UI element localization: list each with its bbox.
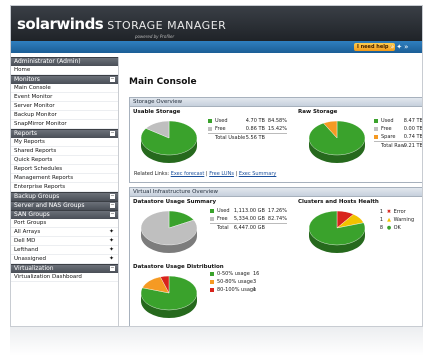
exec-summary-link[interactable]: Exec Summary [239,171,277,177]
sidebar-item-enterprise-reports[interactable]: Enterprise Reports [11,183,118,192]
legend-row-used: Used 1,113.00 GB 17.26% [210,207,287,215]
datastore-usage-legend: Used 1,113.00 GB 17.26% Free 5,334.00 GB 82.… [210,207,287,232]
virtual-overview-panel: Virtual Infrastructure Overview Datastor… [129,187,422,326]
warning-icon: ▲ [387,217,391,223]
sidebar: Administrator (Admin) Home Monitors − Mai… [11,57,119,326]
expand-icon[interactable]: ✦ [109,246,114,254]
distribution-legend: 0-50% usage 16 50-80% usage3 80-100% usag… [210,270,259,294]
page-title: Main Console [129,77,197,87]
settings-icon[interactable]: » [404,43,410,51]
san-groups-header[interactable]: SAN Groups − [11,210,118,219]
toolbar: I need help › »✦» [11,41,422,53]
sidebar-item-quick-reports[interactable]: Quick Reports [11,156,118,165]
header-bar: solarwinds STORAGE MANAGER powered by Pro… [11,6,422,41]
error-icon: ✖ [386,209,392,215]
main-content: Main Console Storage Overview Usable Sto… [123,57,422,326]
monitors-header[interactable]: Monitors − [11,75,118,84]
expand-icon[interactable]: − [110,203,115,208]
legend-swatch [374,126,378,131]
legend-row-free: Free 0.86 TB 15.42% [208,125,287,133]
solarwinds-logo: solarwinds STORAGE MANAGER powered by Pro… [17,15,227,39]
legend-row-0-50: 0-50% usage 16 [210,270,259,278]
storage-overview-panel: Storage Overview Usable Storage Used 4.70… [129,97,422,183]
expand-icon[interactable]: ✦ [109,255,114,263]
clusters-health-pie [308,210,366,253]
sidebar-item-main-console[interactable]: Main Console [11,84,118,93]
sidebar-item-all-arrays[interactable]: All Arrays ✦ [11,228,118,237]
sidebar-item-report-schedules[interactable]: Report Schedules [11,165,118,174]
virtual-overview-header: Virtual Infrastructure Overview [130,188,422,197]
star-icon[interactable]: ✦ [396,43,404,51]
sidebar-item-port-groups[interactable]: Port Groups [11,219,118,228]
legend-swatch [208,118,212,123]
usable-storage-legend: Used 4.70 TB 84.58% Free 0.86 TB 15.42% Tota… [208,117,287,142]
reports-header[interactable]: Reports − [11,129,118,138]
sidebar-item-snapmirror-monitor[interactable]: SnapMirror Monitor [11,120,118,129]
legend-row-total: Total 6,447.00 GB [210,223,287,232]
legend-swatch [374,134,378,139]
sidebar-item-lefthand[interactable]: Lefthand ✦ [11,246,118,255]
datastore-distribution-pie [140,275,198,318]
clusters-health-legend: 1 ✖ Error 1 ▲ Warning 8 ● OK [378,208,414,232]
free-luns-link[interactable]: Free LUNs [209,171,234,177]
expand-icon[interactable]: ✦ [109,228,114,236]
sidebar-item-management-reports[interactable]: Management Reports [11,174,118,183]
usable-storage-title: Usable Storage [133,109,181,115]
collapse-icon[interactable]: − [110,212,115,217]
legend-row-used: Used 8.47 TB [374,117,422,125]
legend-swatch [210,279,214,284]
sidebar-item-home[interactable]: Home [11,66,118,75]
sidebar-item-server-monitor[interactable]: Server Monitor [11,102,118,111]
brand-name: solarwinds [17,15,104,33]
health-row-error: 1 ✖ Error [379,209,406,215]
clusters-health-title: Clusters and Hosts Health [298,199,379,205]
sidebar-item-unassigned[interactable]: Unassigned ✦ [11,255,118,264]
raw-storage-pie [308,120,366,163]
expand-icon[interactable]: − [110,194,115,199]
legend-row-80-100: 80-100% usage1 [210,286,259,294]
exec-forecast-link[interactable]: Exec forecast [171,171,205,177]
window-reflection [10,327,423,356]
sidebar-item-dell-md[interactable]: Dell MD ✦ [11,237,118,246]
collapse-icon[interactable]: − [110,266,115,271]
legend-row-spare: Spare 0.74 TB [374,133,422,141]
sidebar-item-my-reports[interactable]: My Reports [11,138,118,147]
product-name: STORAGE MANAGER [107,19,227,32]
legend-row-total: Total Usable5.56 TB [208,133,287,142]
legend-swatch [374,118,378,123]
sidebar-item-backup-monitor[interactable]: Backup Monitor [11,111,118,120]
powered-by: powered by Profiler [135,34,175,39]
expand-icon[interactable]: ✦ [109,237,114,245]
related-links: Related Links: Exec forecast | Free LUNs… [134,171,277,177]
health-row-ok: 8 ● OK [379,225,401,231]
sidebar-item-event-monitor[interactable]: Event Monitor [11,93,118,102]
legend-swatch [210,271,214,276]
admin-header: Administrator (Admin) [11,57,118,66]
legend-swatch [208,126,212,131]
server-nas-groups-header[interactable]: Server and NAS Groups − [11,201,118,210]
raw-storage-legend: Used 8.47 TB Free 0.00 TB Spare 0.74 TB Tot… [374,117,422,150]
collapse-icon[interactable]: − [110,131,115,136]
legend-swatch [210,216,214,221]
legend-swatch [210,208,214,213]
collapse-icon[interactable]: − [110,77,115,82]
legend-row-free: Free 0.00 TB [374,125,422,133]
app-window: solarwinds STORAGE MANAGER powered by Pro… [10,5,423,327]
health-row-warning: 1 ▲ Warning [379,217,415,223]
legend-row-free: Free 5,334.00 GB 82.74% [210,215,287,223]
usable-storage-pie [140,120,198,163]
storage-overview-header: Storage Overview [130,98,422,107]
legend-row-total: Total Raw9.21 TB [374,141,422,150]
legend-swatch [210,287,214,292]
backup-groups-header[interactable]: Backup Groups − [11,192,118,201]
virtualization-header[interactable]: Virtualization − [11,264,118,273]
raw-storage-title: Raw Storage [298,109,338,115]
sidebar-item-shared-reports[interactable]: Shared Reports [11,147,118,156]
legend-row-50-80: 50-80% usage3 [210,278,259,286]
datastore-summary-title: Datastore Usage Summary [133,199,217,205]
datastore-usage-pie [140,210,198,253]
legend-row-used: Used 4.70 TB 84.58% [208,117,287,125]
ok-icon: ● [386,225,392,231]
sidebar-item-virtualization-dashboard[interactable]: Virtualization Dashboard [11,273,118,282]
